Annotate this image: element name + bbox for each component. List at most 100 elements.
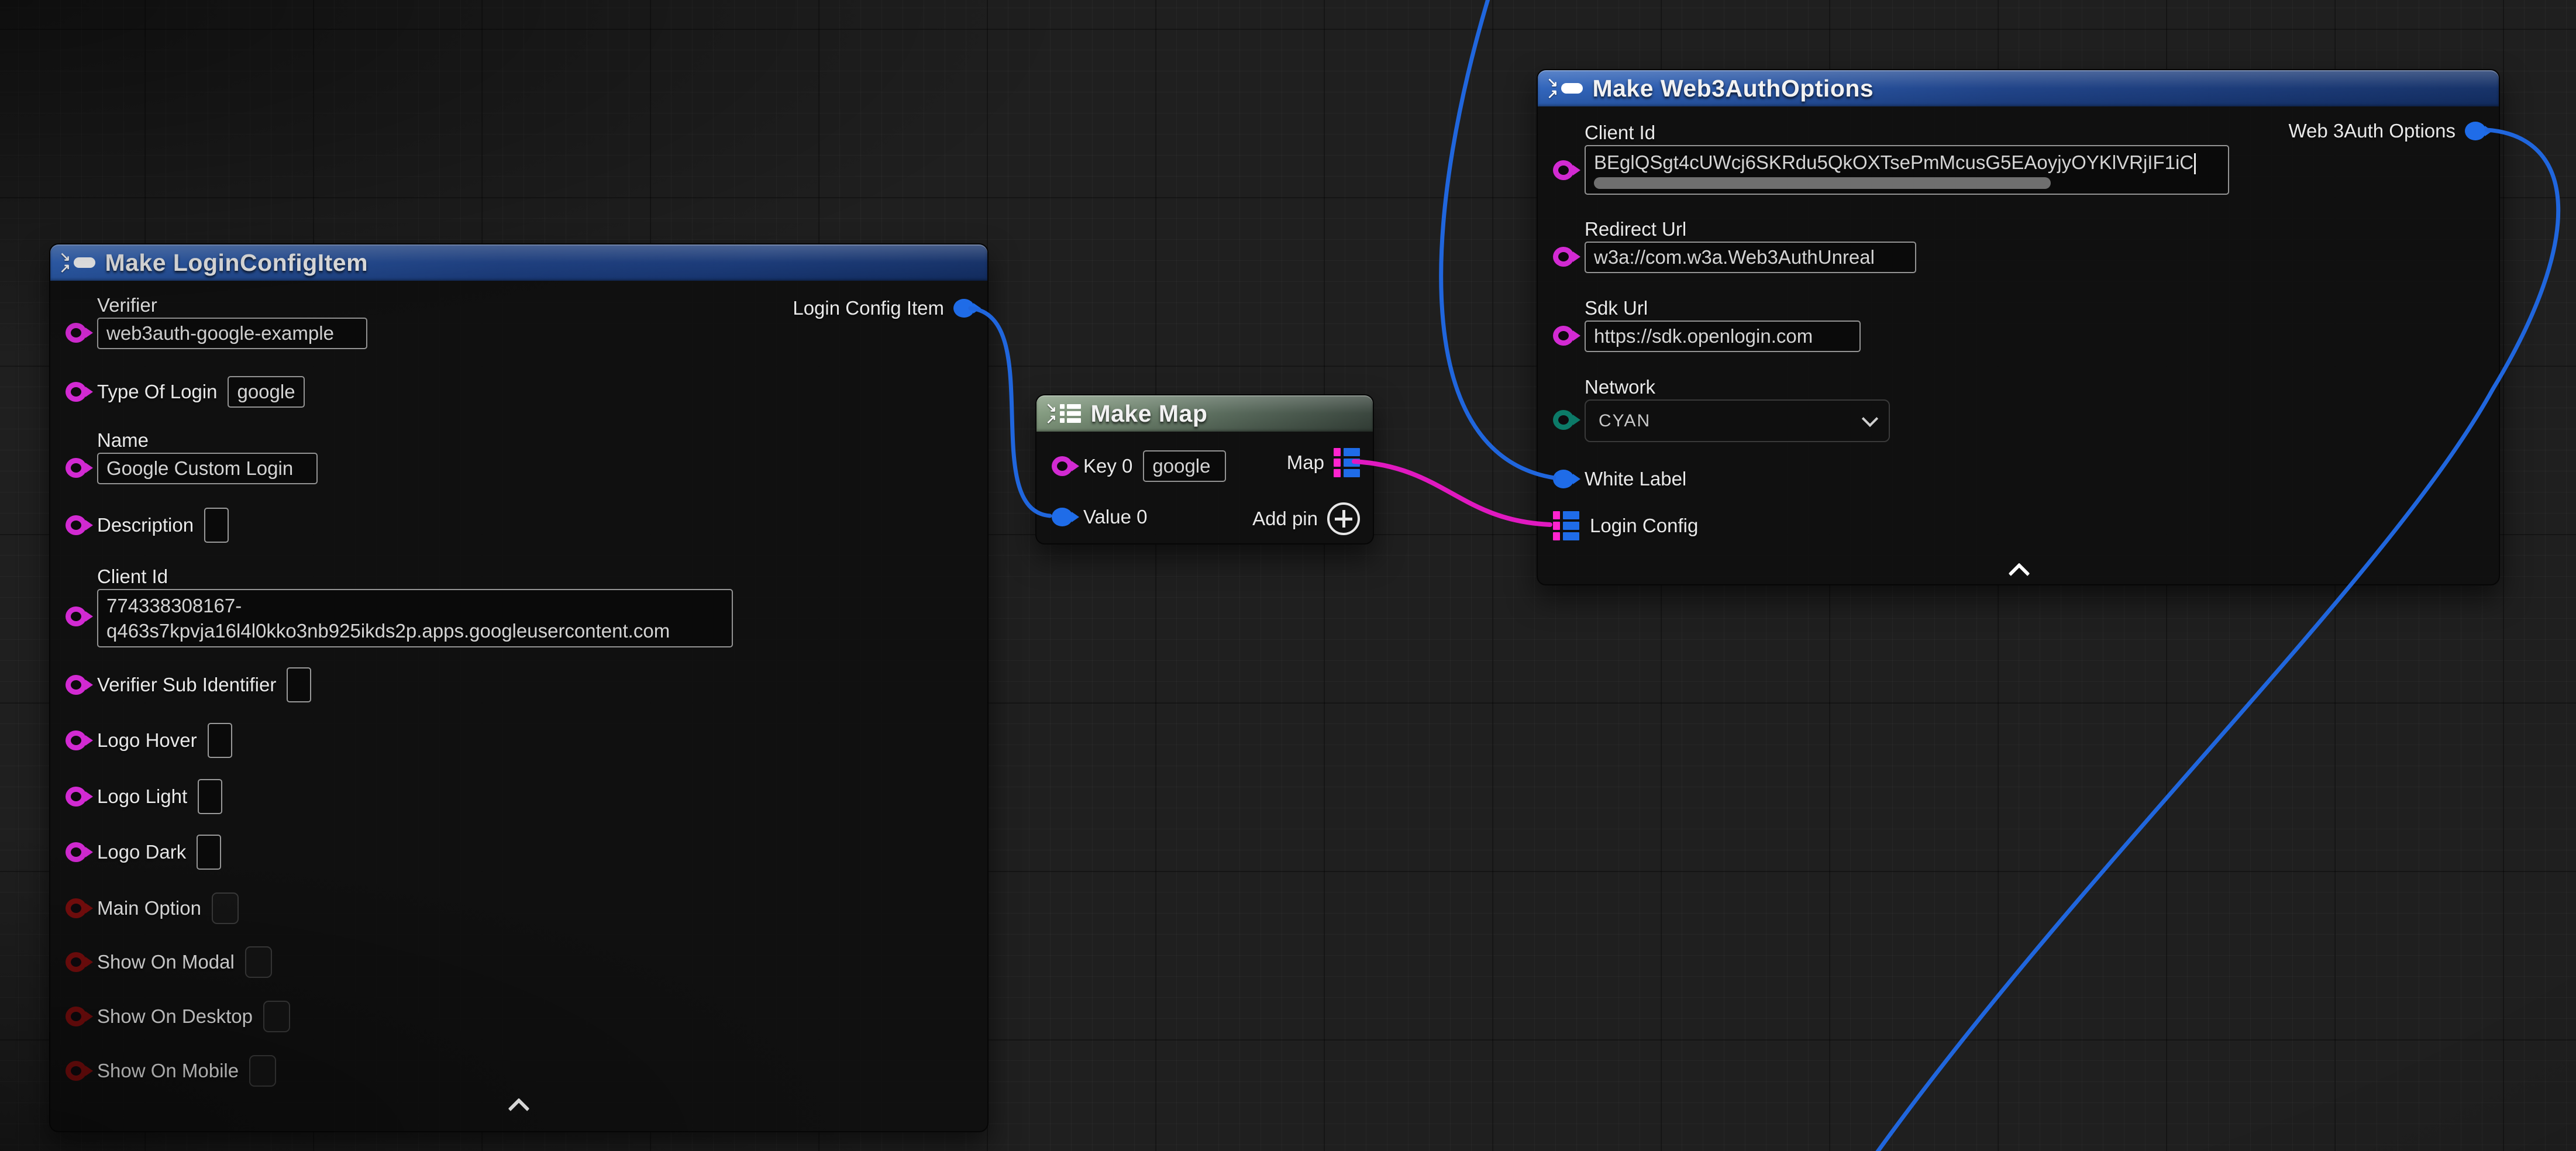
field-verifier-sub-identifier[interactable] (287, 667, 311, 702)
make-map-icon: ↘↗ (1046, 402, 1081, 425)
pin-client-id[interactable] (66, 606, 87, 626)
pin-label-name: Name (97, 429, 318, 452)
field-logo-dark[interactable] (197, 835, 221, 870)
pin-label-map-output: Map (1287, 452, 1324, 474)
pin-row-client-id: Client Id 774338308167- q463s7kpvja16l4l… (66, 566, 733, 647)
node-title: Make Web3AuthOptions (1592, 75, 1874, 102)
pin-show-on-mobile[interactable] (66, 1061, 87, 1081)
node-header[interactable]: ↘↗ Make Map (1036, 395, 1373, 432)
pin-row-name: Name Google Custom Login (66, 429, 318, 484)
text-caret (2194, 153, 2196, 174)
pin-show-on-modal[interactable] (66, 952, 87, 972)
node-make-web3auth-options[interactable]: ↘↗ Make Web3AuthOptions Client Id BEglQS… (1537, 69, 2500, 585)
pin-label-show-on-desktop: Show On Desktop (97, 1005, 253, 1028)
field-logo-light[interactable] (198, 779, 222, 814)
field-redirect-url[interactable]: w3a://com.w3a.Web3AuthUnreal (1585, 242, 1916, 273)
pin-row-logo-hover: Logo Hover (66, 723, 232, 758)
pin-label-type-of-login: Type Of Login (97, 381, 217, 403)
pin-row-sdk-url: Sdk Url https://sdk.openlogin.com (1553, 297, 1861, 352)
field-key-0[interactable]: google (1143, 450, 1226, 482)
pin-redirect-url[interactable] (1553, 247, 1574, 267)
checkbox-show-on-modal[interactable] (245, 946, 272, 978)
pin-label-client-id: Client Id (97, 566, 733, 588)
node-title: Make Map (1090, 400, 1207, 428)
pin-name[interactable] (66, 458, 87, 478)
pin-row-login-config: Login Config (1553, 508, 1698, 543)
pin-row-show-on-mobile: Show On Mobile (66, 1053, 276, 1088)
pin-label-logo-hover: Logo Hover (97, 729, 197, 752)
add-pin-label: Add pin (1252, 508, 1318, 530)
pin-row-main-option: Main Option (66, 891, 239, 926)
pin-row-description: Description (66, 508, 229, 543)
pin-verifier[interactable] (66, 323, 87, 343)
field-verifier[interactable]: web3auth-google-example (97, 318, 367, 349)
pin-row-web3auth-options-output: Web 3Auth Options (2288, 119, 2486, 143)
checkbox-main-option[interactable] (212, 892, 239, 924)
pin-sdk-url[interactable] (1553, 326, 1574, 346)
pin-label-white-label: White Label (1585, 468, 1686, 490)
pin-logo-dark[interactable] (66, 842, 87, 862)
pin-label-web3auth-options: Web 3Auth Options (2288, 120, 2456, 142)
pin-label-client-id: Client Id (1585, 122, 2229, 144)
pin-row-redirect-url: Redirect Url w3a://com.w3a.Web3AuthUnrea… (1553, 218, 1916, 273)
pin-label-login-config-item: Login Config Item (793, 297, 944, 319)
pin-network[interactable] (1553, 410, 1574, 430)
node-make-login-config-item[interactable]: ↘↗ Make LoginConfigItem Verifier web3aut… (49, 243, 989, 1132)
pin-row-client-id: Client Id BEglQSgt4cUWcj6SKRdu5QkOXTsePm… (1553, 122, 2229, 195)
field-sdk-url[interactable]: https://sdk.openlogin.com (1585, 321, 1861, 352)
pin-client-id[interactable] (1553, 160, 1574, 180)
chevron-up-icon[interactable] (2002, 560, 2037, 580)
field-description[interactable] (204, 508, 229, 543)
pin-verifier-sub-identifier[interactable] (66, 675, 87, 695)
pin-description[interactable] (66, 515, 87, 535)
field-scrollbar[interactable] (1594, 177, 2051, 189)
chevron-up-icon[interactable] (501, 1095, 536, 1115)
pin-key-0[interactable] (1052, 456, 1073, 476)
add-pin-button[interactable]: Add pin (1252, 504, 1360, 533)
field-client-id[interactable]: BEglQSgt4cUWcj6SKRdu5QkOXTsePmMcusG5EAoy… (1585, 145, 2229, 195)
pin-label-redirect-url: Redirect Url (1585, 218, 1916, 240)
field-client-id[interactable]: 774338308167- q463s7kpvja16l4l0kko3nb925… (97, 589, 733, 647)
pin-row-verifier: Verifier web3auth-google-example (66, 294, 367, 349)
pin-logo-hover[interactable] (66, 730, 87, 750)
pin-show-on-desktop[interactable] (66, 1007, 87, 1026)
pin-value-0[interactable] (1052, 508, 1073, 526)
pin-row-logo-dark: Logo Dark (66, 835, 221, 870)
node-header[interactable]: ↘↗ Make Web3AuthOptions (1538, 70, 2499, 106)
field-type-of-login[interactable]: google (228, 376, 305, 408)
pin-row-map-output: Map (1287, 448, 1360, 477)
pin-row-network: Network CYAN (1553, 376, 1890, 442)
checkbox-show-on-mobile[interactable] (249, 1055, 276, 1087)
make-struct-icon: ↘↗ (60, 251, 95, 274)
pin-row-key-0: Key 0 google (1052, 449, 1226, 484)
pin-web3auth-options-output[interactable] (2465, 122, 2486, 140)
pin-white-label[interactable] (1553, 470, 1574, 488)
pin-type-of-login[interactable] (66, 382, 87, 402)
pin-label-verifier: Verifier (97, 294, 367, 316)
field-name[interactable]: Google Custom Login (97, 453, 318, 484)
pin-row-logo-light: Logo Light (66, 779, 222, 814)
pin-label-show-on-mobile: Show On Mobile (97, 1060, 239, 1082)
wire-map-to-login-config[interactable] (1354, 461, 1550, 525)
network-dropdown[interactable]: CYAN (1585, 399, 1890, 442)
pin-row-login-config-item: Login Config Item (793, 297, 974, 320)
field-logo-hover[interactable] (208, 723, 232, 758)
pin-label-logo-dark: Logo Dark (97, 841, 186, 863)
pin-row-show-on-modal: Show On Modal (66, 945, 272, 980)
chevron-down-icon (1862, 410, 1878, 426)
node-title: Make LoginConfigItem (105, 249, 368, 277)
pin-logo-light[interactable] (66, 787, 87, 807)
node-header[interactable]: ↘↗ Make LoginConfigItem (50, 244, 987, 281)
checkbox-show-on-desktop[interactable] (263, 1001, 290, 1032)
pin-label-logo-light: Logo Light (97, 785, 187, 808)
pin-label-network: Network (1585, 376, 1890, 398)
pin-label-description: Description (97, 514, 194, 536)
pin-label-value-0: Value 0 (1083, 506, 1147, 528)
pin-login-config[interactable] (1553, 511, 1579, 540)
pin-row-type-of-login: Type Of Login google (66, 374, 305, 409)
pin-main-option[interactable] (66, 898, 87, 918)
pin-label-show-on-modal: Show On Modal (97, 951, 235, 973)
pin-row-white-label: White Label (1553, 461, 1686, 497)
make-struct-icon: ↘↗ (1547, 77, 1583, 100)
node-make-map[interactable]: ↘↗ Make Map Key 0 google Value 0 Map Add… (1035, 394, 1374, 545)
